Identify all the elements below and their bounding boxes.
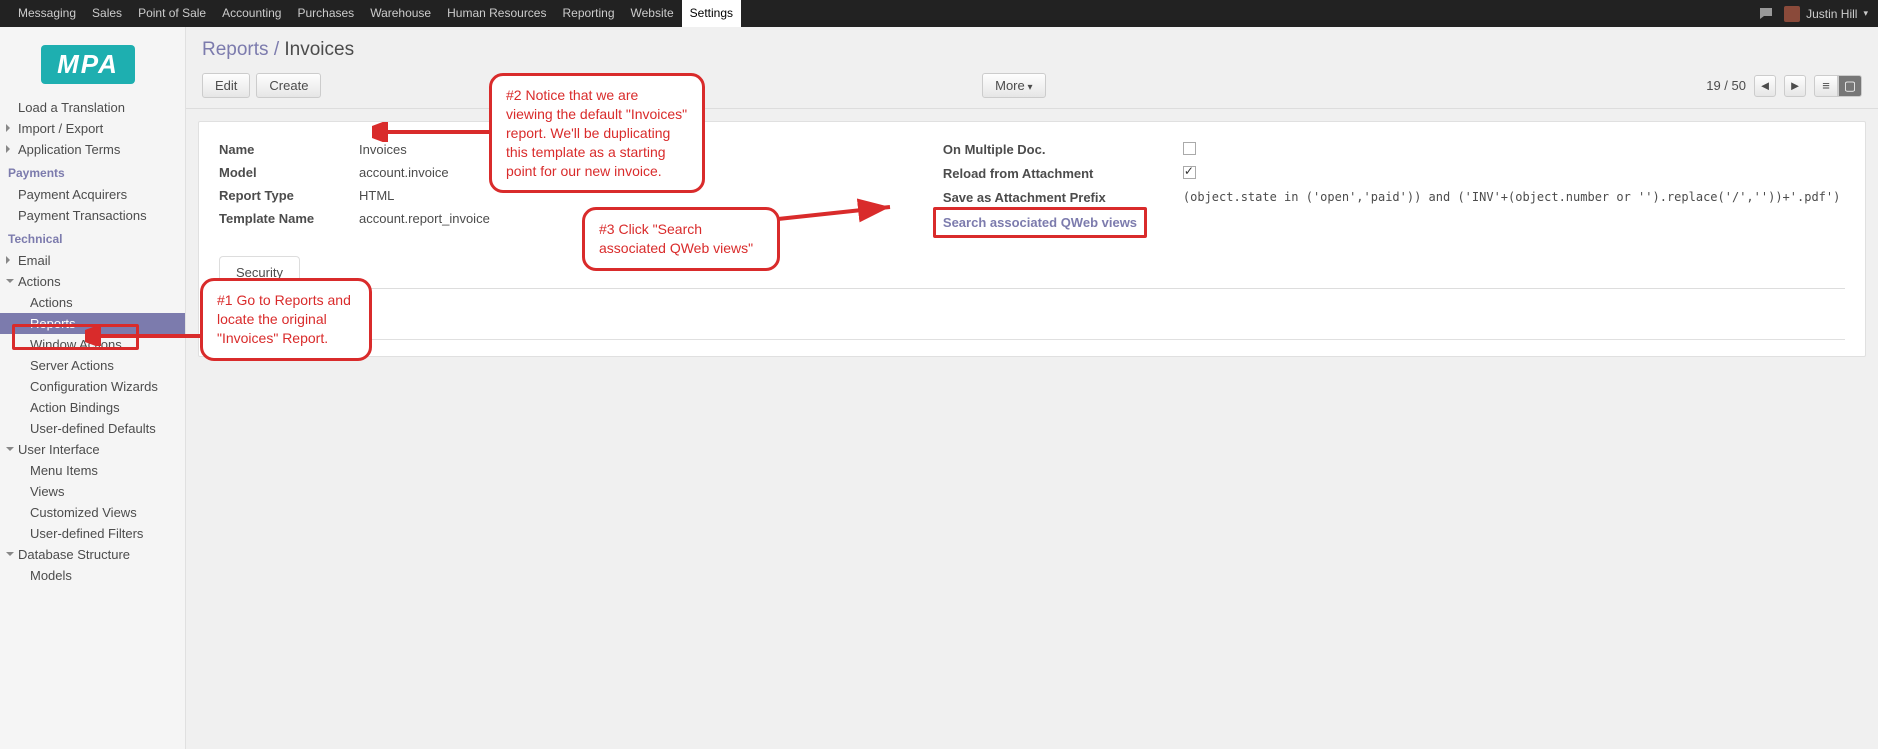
topnav-item-website[interactable]: Website: [623, 0, 682, 27]
sidebar-item-actions[interactable]: Actions: [0, 292, 185, 313]
more-button[interactable]: More: [982, 73, 1045, 98]
list-view-button[interactable]: ≡: [1814, 75, 1838, 97]
sidebar-item-models[interactable]: Models: [0, 565, 185, 586]
field-label-model: Model: [219, 165, 359, 180]
pager-prev-button[interactable]: ◄: [1754, 75, 1776, 97]
sidebar-item-user-defined-filters[interactable]: User-defined Filters: [0, 523, 185, 544]
field-value-prefix: (object.state in ('open','paid')) and ('…: [1183, 190, 1845, 204]
sidebar-item-reports[interactable]: Reports: [0, 313, 185, 334]
sidebar-item-customized-views[interactable]: Customized Views: [0, 502, 185, 523]
avatar: [1784, 6, 1800, 22]
form-view-button[interactable]: ▢: [1838, 75, 1862, 97]
top-navbar: MessagingSalesPoint of SaleAccountingPur…: [0, 0, 1878, 27]
topnav-item-warehouse[interactable]: Warehouse: [362, 0, 439, 27]
user-menu[interactable]: Justin Hill ▾: [1784, 6, 1868, 22]
pager-next-button[interactable]: ►: [1784, 75, 1806, 97]
caret-icon: [6, 279, 14, 283]
topnav-item-accounting[interactable]: Accounting: [214, 0, 289, 27]
field-label-reload: Reload from Attachment: [943, 166, 1183, 181]
sidebar-item-application-terms[interactable]: Application Terms: [0, 139, 185, 160]
checkbox-multiple-doc: [1183, 142, 1196, 155]
annotation-3: #3 Click "Search associated QWeb views": [582, 207, 780, 271]
topnav-item-human-resources[interactable]: Human Resources: [439, 0, 554, 27]
create-button[interactable]: Create: [256, 73, 321, 98]
top-nav-right: Justin Hill ▾: [1758, 6, 1868, 22]
topnav-item-point-of-sale[interactable]: Point of Sale: [130, 0, 214, 27]
top-nav-left: MessagingSalesPoint of SaleAccountingPur…: [10, 0, 741, 27]
field-label-template: Template Name: [219, 211, 359, 226]
sidebar-item-payment-acquirers[interactable]: Payment Acquirers: [0, 184, 185, 205]
sidebar-item-load-a-translation[interactable]: Load a Translation: [0, 97, 185, 118]
sidebar-item-actions[interactable]: Actions: [0, 271, 185, 292]
user-name-label: Justin Hill: [1806, 7, 1857, 21]
breadcrumb-parent[interactable]: Reports: [202, 39, 269, 60]
topnav-item-settings[interactable]: Settings: [682, 0, 741, 27]
sidebar-item-user-interface[interactable]: User Interface: [0, 439, 185, 460]
topnav-item-sales[interactable]: Sales: [84, 0, 130, 27]
topnav-item-reporting[interactable]: Reporting: [554, 0, 622, 27]
annotation-1: #1 Go to Reports and locate the original…: [200, 278, 372, 361]
field-label-report-type: Report Type: [219, 188, 359, 203]
sidebar-item-server-actions[interactable]: Server Actions: [0, 355, 185, 376]
sidebar-heading-payments: Payments: [0, 160, 185, 184]
topnav-item-messaging[interactable]: Messaging: [10, 0, 84, 27]
main-content: Reports / Invoices Edit Create More 19 /…: [186, 27, 1878, 749]
breadcrumb: Reports / Invoices: [202, 39, 354, 60]
sidebar-item-menu-items[interactable]: Menu Items: [0, 460, 185, 481]
sidebar-item-database-structure[interactable]: Database Structure: [0, 544, 185, 565]
annotation-2: #2 Notice that we are viewing the defaul…: [489, 73, 705, 193]
pager-label: 19 / 50: [1706, 78, 1746, 93]
field-label-multiple-doc: On Multiple Doc.: [943, 142, 1183, 157]
sidebar-heading-technical: Technical: [0, 226, 185, 250]
caret-icon: [6, 447, 14, 451]
sidebar: MPA Load a TranslationImport / ExportApp…: [0, 27, 186, 749]
search-qweb-views-link[interactable]: Search associated QWeb views: [943, 209, 1137, 236]
sidebar-item-import-export[interactable]: Import / Export: [0, 118, 185, 139]
caret-icon: [6, 124, 10, 132]
sidebar-item-window-actions[interactable]: Window Actions: [0, 334, 185, 355]
topnav-item-purchases[interactable]: Purchases: [289, 0, 362, 27]
sidebar-item-email[interactable]: Email: [0, 250, 185, 271]
field-label-prefix: Save as Attachment Prefix: [943, 190, 1183, 205]
sidebar-item-configuration-wizards[interactable]: Configuration Wizards: [0, 376, 185, 397]
caret-icon: [6, 256, 10, 264]
sidebar-item-views[interactable]: Views: [0, 481, 185, 502]
sidebar-item-user-defined-defaults[interactable]: User-defined Defaults: [0, 418, 185, 439]
form-sheet: NameInvoices Modelaccount.invoice Report…: [198, 121, 1866, 357]
chat-icon[interactable]: [1758, 6, 1774, 22]
checkbox-reload: [1183, 166, 1196, 179]
caret-icon: [6, 145, 10, 153]
caret-icon: [6, 552, 14, 556]
logo: MPA: [0, 27, 185, 97]
chevron-down-icon: ▾: [1863, 8, 1868, 19]
edit-button[interactable]: Edit: [202, 73, 250, 98]
sidebar-item-action-bindings[interactable]: Action Bindings: [0, 397, 185, 418]
sidebar-item-payment-transactions[interactable]: Payment Transactions: [0, 205, 185, 226]
breadcrumb-current: Invoices: [284, 39, 354, 60]
field-label-name: Name: [219, 142, 359, 157]
